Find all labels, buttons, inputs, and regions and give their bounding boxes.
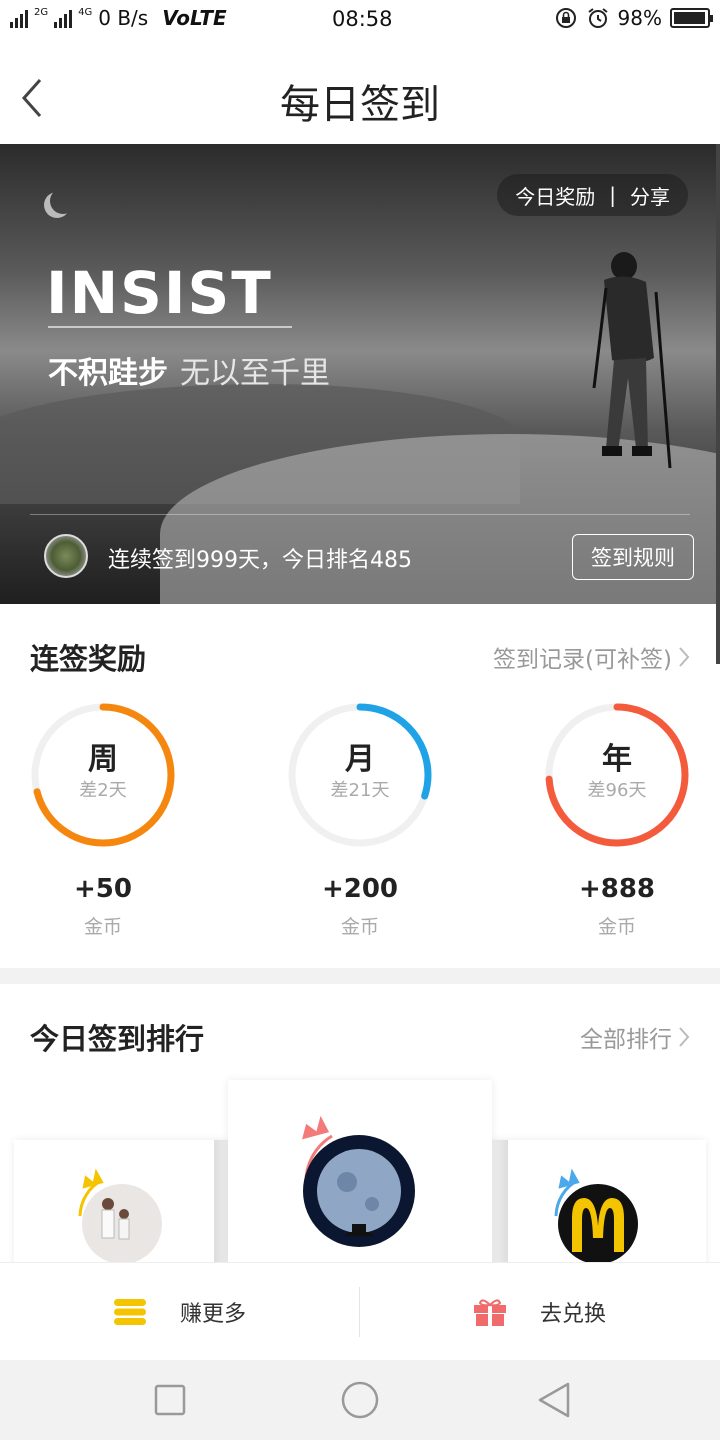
section-divider	[0, 968, 720, 984]
user-avatar[interactable]	[44, 534, 88, 578]
reward-remaining: 差96天	[587, 780, 647, 801]
signin-record-label: 签到记录(可补签)	[493, 647, 672, 673]
signin-record-link[interactable]: 签到记录(可补签)	[493, 640, 690, 674]
reward-unit: 金币	[83, 916, 122, 938]
crown-icon	[82, 1168, 104, 1189]
network-label-1: 2G	[34, 6, 49, 18]
banner-motto: 不积跬步 无以至千里	[48, 348, 330, 392]
today-reward-link[interactable]: 今日奖励	[515, 181, 595, 210]
reward-remaining: 差21天	[330, 780, 390, 801]
crown-icon	[558, 1168, 580, 1189]
redeem-label: 去兑换	[540, 1302, 607, 1327]
scrollbar[interactable]	[716, 144, 720, 664]
reward-period: 月	[345, 742, 375, 777]
ranking-title: 今日签到排行	[30, 1022, 205, 1056]
all-ranking-label: 全部排行	[580, 1027, 672, 1053]
reward-amount: +200	[321, 874, 399, 904]
battery-percent: 98%	[617, 6, 662, 30]
volte-label: VoLTE	[162, 6, 227, 30]
rotation-lock-icon	[555, 8, 576, 28]
rank-2-avatar[interactable]	[72, 1168, 168, 1268]
chevron-right-icon	[679, 1027, 690, 1047]
page-title: 每日签到	[280, 82, 440, 128]
back-triangle-icon[interactable]	[536, 1380, 572, 1420]
headline-underline	[48, 326, 292, 328]
home-icon[interactable]	[340, 1380, 380, 1420]
signal-icon	[10, 8, 28, 28]
reward-period: 周	[88, 742, 118, 777]
battery-icon	[670, 8, 713, 28]
earn-more-button[interactable]: 赚更多	[112, 1263, 246, 1361]
redeem-button[interactable]: 去兑换	[472, 1263, 606, 1361]
hiker-silhouette	[592, 252, 672, 469]
chevron-right-icon	[679, 647, 690, 667]
motto-bold: 不积跬步	[48, 356, 168, 391]
streak-text: 连续签到999天，今日排名485	[108, 548, 412, 573]
reward-amount: +50	[74, 874, 132, 904]
bottom-action-bar: 赚更多 去兑换	[0, 1262, 720, 1360]
reward-remaining: 差2天	[79, 780, 127, 801]
signin-rules-button[interactable]: 签到规则	[572, 534, 694, 580]
network-speed: 0 B/s	[98, 6, 149, 30]
signal-icon-2	[54, 8, 73, 28]
share-link[interactable]: 分享	[630, 181, 670, 210]
motto-light: 无以至千里	[180, 356, 330, 391]
recent-apps-icon[interactable]	[154, 1384, 186, 1416]
reward-share-pill: 今日奖励 | 分享	[497, 174, 688, 216]
moon-icon	[50, 188, 76, 214]
hero-banner: 今日奖励 | 分享 INSIST 不积跬步 无以至千里 连续签到999天，今日排名…	[0, 144, 716, 604]
status-right: 98%	[554, 6, 713, 30]
system-nav-bar	[0, 1360, 720, 1440]
network-label-2: 4G	[78, 6, 93, 18]
all-ranking-link[interactable]: 全部排行	[580, 1020, 690, 1054]
alarm-icon	[587, 8, 608, 28]
status-left: 2G 4G 0 B/s VoLTE	[10, 6, 227, 30]
reward-period: 年	[602, 742, 632, 777]
reward-unit: 金币	[597, 916, 636, 938]
crown-icon	[302, 1115, 330, 1140]
rewards-title: 连签奖励	[30, 642, 147, 676]
earn-more-label: 赚更多	[180, 1302, 247, 1327]
app-header: 每日签到	[0, 40, 720, 144]
reward-amount: +888	[578, 874, 656, 904]
status-bar: 2G 4G 0 B/s VoLTE 08:58 98%	[0, 0, 720, 40]
reward-unit: 金币	[340, 916, 379, 938]
bottom-bar-separator	[359, 1287, 360, 1337]
pill-separator: |	[609, 183, 616, 207]
clock: 08:58	[332, 7, 393, 31]
gift-icon	[474, 1299, 506, 1326]
coin-stack-icon	[114, 1299, 146, 1325]
banner-divider	[30, 514, 690, 515]
rank-3-avatar[interactable]	[548, 1168, 644, 1268]
rank-1-avatar[interactable]	[292, 1112, 422, 1252]
banner-headline: INSIST	[46, 259, 273, 327]
